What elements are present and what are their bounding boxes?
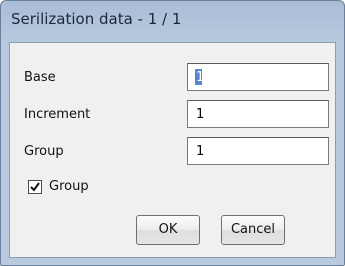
dialog-title: Serilization data - 1 / 1 [11,10,182,28]
title-bar[interactable]: Serilization data - 1 / 1 [1,1,344,41]
increment-label: Increment [24,107,91,122]
cancel-button[interactable]: Cancel [221,215,285,245]
group-checkbox-label[interactable]: Group [49,179,89,194]
dialog-body: Base 1 Increment 1 Group 1 Group OK Canc… [9,42,336,258]
group-checkbox[interactable] [28,180,42,194]
base-input[interactable]: 1 [187,63,329,91]
checkmark-icon [30,182,40,192]
group-input[interactable]: 1 [187,137,329,165]
increment-input[interactable]: 1 [187,100,329,128]
ok-button[interactable]: OK [136,215,200,245]
base-value: 1 [196,70,205,85]
base-label: Base [24,70,56,85]
group-label: Group [24,144,64,159]
serialization-dialog: Serilization data - 1 / 1 Base 1 Increme… [0,0,345,266]
